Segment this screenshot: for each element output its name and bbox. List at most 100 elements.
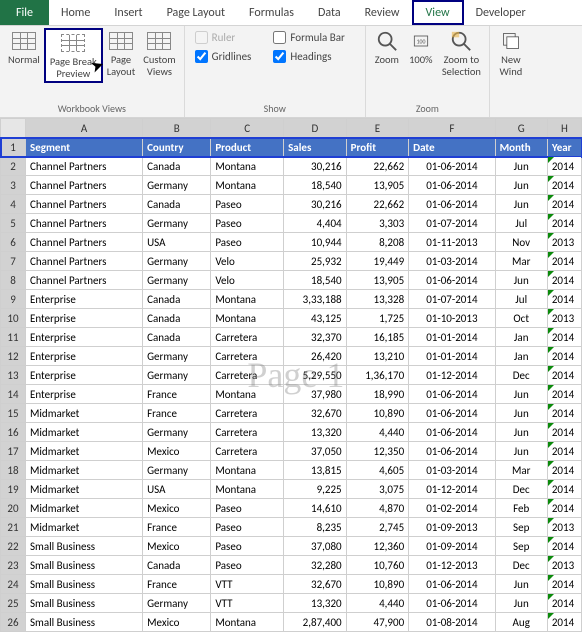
ruler-checkbox[interactable]: Ruler — [195, 31, 252, 44]
cell[interactable]: 2014 — [547, 157, 581, 176]
cell[interactable]: 4,870 — [346, 499, 409, 518]
tab-file[interactable]: File — [0, 0, 49, 25]
row-header[interactable]: 2 — [1, 157, 26, 176]
cell[interactable]: 10,890 — [346, 575, 409, 594]
cell[interactable]: 01-12-2013 — [409, 556, 495, 575]
cell[interactable]: Mar — [495, 461, 547, 480]
row-header[interactable]: 22 — [1, 537, 26, 556]
row-header[interactable]: 24 — [1, 575, 26, 594]
cell[interactable]: Channel Partners — [26, 252, 143, 271]
cell[interactable]: Germany — [143, 423, 211, 442]
row-header[interactable]: 13 — [1, 366, 26, 385]
cell[interactable]: Channel Partners — [26, 233, 143, 252]
cell[interactable]: Canada — [143, 290, 211, 309]
zoom-button[interactable]: Zoom — [370, 28, 404, 68]
cell[interactable]: Mexico — [143, 442, 211, 461]
cell[interactable]: 01-10-2013 — [409, 309, 495, 328]
cell[interactable]: USA — [143, 233, 211, 252]
cell[interactable]: 25,932 — [284, 252, 347, 271]
cell[interactable]: 37,050 — [284, 442, 347, 461]
cell[interactable]: 30,216 — [284, 195, 347, 214]
cell[interactable]: 01-01-2014 — [409, 347, 495, 366]
cell[interactable]: 2014 — [547, 423, 581, 442]
cell[interactable]: 12,360 — [346, 537, 409, 556]
cell[interactable]: 26,420 — [284, 347, 347, 366]
cell[interactable]: Jul — [495, 214, 547, 233]
cell[interactable]: 01-06-2014 — [409, 176, 495, 195]
cell[interactable]: Paseo — [211, 214, 284, 233]
cell[interactable]: Jun — [495, 195, 547, 214]
cell[interactable]: Dec — [495, 366, 547, 385]
worksheet[interactable]: A B C D E F G H 1SegmentCountryProductSa… — [0, 118, 582, 632]
cell[interactable]: 12,350 — [346, 442, 409, 461]
cell[interactable]: 10,890 — [346, 404, 409, 423]
cell[interactable]: 2014 — [547, 176, 581, 195]
cell[interactable]: Midmarket — [26, 423, 143, 442]
cell[interactable]: Midmarket — [26, 499, 143, 518]
formula-bar-checkbox[interactable]: Formula Bar — [273, 31, 344, 44]
cell[interactable]: 37,080 — [284, 537, 347, 556]
cell[interactable]: Enterprise — [26, 347, 143, 366]
cell[interactable]: Germany — [143, 252, 211, 271]
page-layout-button[interactable]: Page Layout — [103, 28, 139, 79]
cell[interactable]: 32,280 — [284, 556, 347, 575]
row-header[interactable]: 25 — [1, 594, 26, 613]
cell[interactable]: Channel Partners — [26, 157, 143, 176]
cell[interactable]: 01-01-2014 — [409, 328, 495, 347]
row-header[interactable]: 26 — [1, 613, 26, 632]
column-title[interactable]: Date — [409, 138, 495, 157]
cell[interactable]: 01-03-2014 — [409, 461, 495, 480]
cell[interactable]: Paseo — [211, 195, 284, 214]
cell[interactable]: 01-09-2013 — [409, 518, 495, 537]
cell[interactable]: 18,540 — [284, 176, 347, 195]
headings-checkbox[interactable]: Headings — [273, 50, 344, 63]
row-header[interactable]: 21 — [1, 518, 26, 537]
cell[interactable]: 5,29,550 — [284, 366, 347, 385]
cell[interactable]: Enterprise — [26, 290, 143, 309]
cell[interactable]: Canada — [143, 556, 211, 575]
cell[interactable]: Jun — [495, 594, 547, 613]
cell[interactable]: Canada — [143, 195, 211, 214]
col-header[interactable]: C — [211, 119, 284, 138]
cell[interactable]: 14,610 — [284, 499, 347, 518]
cell[interactable]: 01-06-2014 — [409, 404, 495, 423]
cell[interactable]: 13,905 — [346, 271, 409, 290]
cell[interactable]: Small Business — [26, 594, 143, 613]
cell[interactable]: Paseo — [211, 537, 284, 556]
cell[interactable]: Canada — [143, 157, 211, 176]
cell[interactable]: 8,235 — [284, 518, 347, 537]
cell[interactable]: France — [143, 575, 211, 594]
row-header[interactable]: 16 — [1, 423, 26, 442]
new-window-button[interactable]: New Wind — [494, 28, 528, 79]
cell[interactable]: 01-12-2014 — [409, 366, 495, 385]
cell[interactable]: 01-06-2014 — [409, 442, 495, 461]
cell[interactable]: 18,540 — [284, 271, 347, 290]
cell[interactable]: 8,208 — [346, 233, 409, 252]
cell[interactable]: Dec — [495, 480, 547, 499]
cell[interactable]: 2014 — [547, 404, 581, 423]
cell[interactable]: 01-09-2014 — [409, 537, 495, 556]
cell[interactable]: 01-12-2014 — [409, 480, 495, 499]
cell[interactable]: 2013 — [547, 556, 581, 575]
cell[interactable]: 2,745 — [346, 518, 409, 537]
row-header[interactable]: 9 — [1, 290, 26, 309]
col-header[interactable]: D — [284, 119, 347, 138]
cell[interactable]: Carretera — [211, 442, 284, 461]
row-header[interactable]: 18 — [1, 461, 26, 480]
cell[interactable]: Canada — [143, 309, 211, 328]
cell[interactable]: 10,944 — [284, 233, 347, 252]
cell[interactable]: 2014 — [547, 328, 581, 347]
cell[interactable]: 01-02-2014 — [409, 499, 495, 518]
gridlines-checkbox[interactable]: Gridlines — [195, 50, 252, 63]
cell[interactable]: Germany — [143, 214, 211, 233]
cell[interactable]: 13,328 — [346, 290, 409, 309]
column-title[interactable]: Product — [211, 138, 284, 157]
cell[interactable]: Jan — [495, 347, 547, 366]
cell[interactable]: 32,670 — [284, 404, 347, 423]
cell[interactable]: Carretera — [211, 328, 284, 347]
cell[interactable]: 3,075 — [346, 480, 409, 499]
cell[interactable]: 3,303 — [346, 214, 409, 233]
cell[interactable]: Jun — [495, 271, 547, 290]
cell[interactable]: 01-06-2014 — [409, 157, 495, 176]
cell[interactable]: Enterprise — [26, 366, 143, 385]
